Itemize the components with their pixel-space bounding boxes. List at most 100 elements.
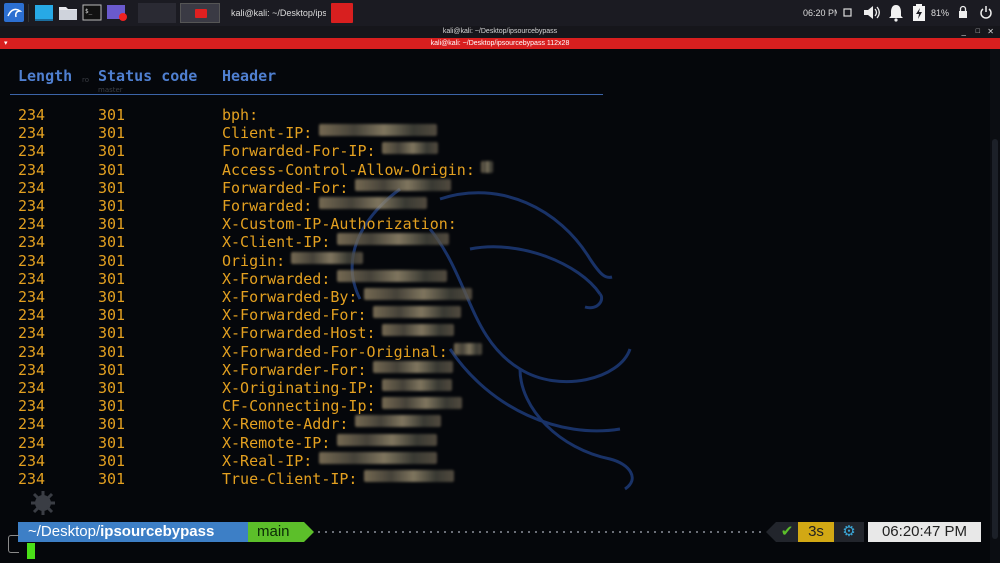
terminal-output[interactable]: ro master Length Status code Header 234 3… bbox=[0, 49, 990, 563]
minimize-button[interactable]: _ bbox=[962, 26, 966, 38]
panel-clock-text: 06:20 PM bbox=[803, 8, 837, 18]
workspace-1[interactable] bbox=[138, 3, 176, 23]
cell-length: 234 bbox=[18, 451, 46, 470]
cell-status-code: 301 bbox=[98, 160, 126, 179]
table-row: 234 301 X-Originating-IP: bbox=[0, 379, 620, 397]
prompt-clock-text: 06:20:47 PM bbox=[881, 523, 968, 540]
panel-clock[interactable]: 06:20 PM bbox=[803, 3, 837, 23]
terminal-launcher-icon[interactable]: $_ bbox=[82, 3, 102, 22]
cell-length: 234 bbox=[18, 360, 46, 379]
cell-header: Forwarded: bbox=[222, 197, 313, 215]
cell-header: X-Custom-IP-Authorization: bbox=[222, 215, 457, 234]
table-row: 234 301 X-Forwarder-For: bbox=[0, 360, 620, 379]
cell-header: bph: bbox=[222, 106, 259, 124]
workspace-window-thumb bbox=[195, 9, 207, 18]
table-row: 234 301 True-Client-IP: bbox=[0, 470, 620, 488]
workspace-switcher-icon[interactable] bbox=[843, 3, 853, 22]
redacted-ip-value bbox=[291, 251, 364, 264]
prompt-clock: 06:20:47 PM bbox=[868, 522, 981, 542]
cell-length: 234 bbox=[18, 233, 46, 252]
table-row: 234 301 Access-Control-Allow-Origin: bbox=[0, 160, 620, 179]
redacted-ip-value bbox=[336, 233, 449, 246]
svg-text:$_: $_ bbox=[85, 8, 93, 15]
cell-length: 234 bbox=[18, 288, 46, 306]
redacted-ip-value bbox=[318, 451, 437, 464]
notifications-bell-icon[interactable] bbox=[886, 3, 906, 22]
table-row: 234 301 X-Forwarded-Host: bbox=[0, 324, 620, 342]
status-check-icon: ✔ bbox=[780, 523, 794, 540]
cell-length: 234 bbox=[18, 269, 46, 288]
cell-length: 234 bbox=[18, 106, 46, 124]
scrollbar-thumb[interactable] bbox=[992, 139, 998, 539]
browser-icon[interactable] bbox=[106, 3, 128, 22]
redacted-ip-value bbox=[381, 324, 454, 337]
close-button[interactable]: ✕ bbox=[987, 26, 994, 38]
cell-length: 234 bbox=[18, 160, 46, 179]
battery-charging-icon[interactable] bbox=[910, 3, 928, 22]
redacted-ip-value bbox=[363, 470, 454, 482]
table-row: 234 301 Forwarded-For: bbox=[0, 178, 620, 197]
terminal-scrollbar[interactable] bbox=[990, 49, 1000, 563]
tab-menu-icon[interactable]: ▾ bbox=[4, 38, 8, 49]
cell-header: X-Forwarded: bbox=[222, 269, 331, 288]
cell-header: Forwarded-For: bbox=[222, 178, 349, 197]
prompt-branch: main bbox=[248, 522, 304, 542]
window-titlebar[interactable]: kali@kali: ~/Desktop/ipsourcebypass _ □ … bbox=[0, 26, 1000, 38]
file-manager-icon[interactable] bbox=[58, 3, 78, 22]
taskbar-window-button[interactable]: kali@kali: ~/Desktop/ips bbox=[226, 3, 326, 23]
cell-length: 234 bbox=[18, 178, 46, 197]
cell-status-code: 301 bbox=[98, 142, 126, 161]
cell-header: X-Client-IP: bbox=[222, 233, 331, 252]
prompt-filler-dots bbox=[318, 531, 766, 533]
cell-header: True-Client-IP: bbox=[222, 470, 358, 488]
cell-header: Client-IP: bbox=[222, 124, 313, 143]
cell-header: X-Forwarded-By: bbox=[222, 288, 358, 306]
cell-header: Access-Control-Allow-Origin: bbox=[222, 160, 475, 179]
redacted-ip-value bbox=[318, 124, 437, 137]
cell-length: 234 bbox=[18, 197, 46, 215]
show-desktop-icon[interactable] bbox=[34, 3, 54, 22]
cell-length: 234 bbox=[18, 342, 46, 361]
table-row: 234 301 X-Forwarded-By: bbox=[0, 288, 620, 306]
cell-status-code: 301 bbox=[98, 470, 126, 488]
table-row: 234 301 Origin: bbox=[0, 251, 620, 270]
prompt-path-prefix: ~/Desktop/ bbox=[28, 523, 101, 540]
cell-status-code: 301 bbox=[98, 197, 126, 215]
battery-percentage: 81% bbox=[931, 3, 951, 23]
terminal-tab[interactable]: ▾ kali@kali: ~/Desktop/ipsourcebypass 11… bbox=[0, 38, 1000, 49]
workspace-2[interactable] bbox=[180, 3, 220, 23]
volume-icon[interactable] bbox=[862, 3, 882, 22]
prompt-corner-bracket bbox=[8, 535, 19, 553]
table-row: 234 301 X-Real-IP: bbox=[0, 451, 620, 470]
cell-length: 234 bbox=[18, 124, 46, 143]
cell-status-code: 301 bbox=[98, 433, 126, 452]
cell-status-code: 301 bbox=[98, 178, 126, 197]
column-header-status-code: Status code bbox=[98, 67, 198, 85]
cell-status-code: 301 bbox=[98, 342, 126, 361]
maximize-button[interactable]: □ bbox=[976, 26, 980, 38]
redacted-ip-value bbox=[318, 197, 427, 209]
cell-length: 234 bbox=[18, 142, 46, 161]
cell-status-code: 301 bbox=[98, 269, 126, 288]
kali-menu-icon[interactable] bbox=[4, 3, 24, 22]
top-panel: $_ kali@kali: ~/Desktop/ips 06:20 PM 81% bbox=[0, 0, 1000, 26]
prompt-branch-arrow bbox=[304, 522, 314, 542]
cell-status-code: 301 bbox=[98, 106, 126, 124]
taskbar-window-thumbnail[interactable] bbox=[331, 3, 353, 23]
redacted-ip-value bbox=[354, 415, 441, 428]
cell-length: 234 bbox=[18, 470, 46, 488]
redacted-ip-value bbox=[381, 142, 438, 155]
window-title: kali@kali: ~/Desktop/ipsourcebypass bbox=[442, 28, 558, 35]
cell-header: X-Forwarded-For: bbox=[222, 306, 367, 325]
cell-status-code: 301 bbox=[98, 415, 126, 434]
cell-length: 234 bbox=[18, 306, 46, 325]
power-icon[interactable] bbox=[978, 3, 994, 22]
lock-screen-icon[interactable] bbox=[956, 3, 970, 22]
column-header-length: Length bbox=[18, 67, 73, 85]
redacted-ip-value bbox=[354, 178, 451, 191]
cell-header: X-Forwarded-Host: bbox=[222, 324, 376, 343]
cell-length: 234 bbox=[18, 215, 46, 234]
desktop-ghost-label: ro bbox=[82, 76, 90, 84]
redacted-ip-value bbox=[372, 306, 461, 319]
cell-status-code: 301 bbox=[98, 379, 126, 397]
